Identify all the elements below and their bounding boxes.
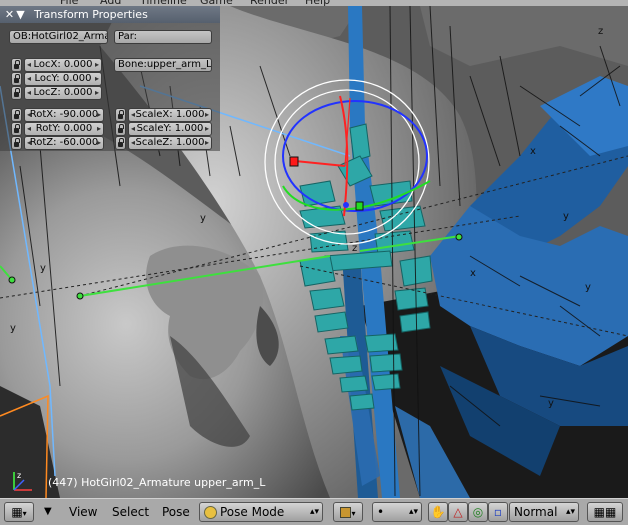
locx-label: LocX: 0.000 — [33, 59, 93, 70]
object-name-field[interactable]: OB:HotGirl02_Armature — [9, 30, 108, 44]
viewport-header-bar: ▦▾ ▼ View Select Pose Pose Mode ▴▾ ▾ • ▴▾ … — [0, 498, 628, 525]
svg-text:x: x — [530, 146, 536, 157]
lock-locy-icon[interactable] — [11, 72, 22, 86]
orientation-select[interactable]: Normal ▴▾ — [509, 502, 579, 522]
dropdown-arrow-icon: ▴▾ — [309, 507, 319, 517]
viewport-status-label: (447) HotGirl02_Armature upper_arm_L — [48, 476, 266, 489]
pivot-label: • — [377, 505, 385, 519]
svg-text:z: z — [598, 26, 603, 37]
scalez-label: ScaleZ: 1.000 — [135, 137, 205, 148]
roty-label: RotY: 0.000 — [35, 123, 93, 134]
lock-rotz-icon[interactable] — [11, 136, 22, 150]
close-icon[interactable]: ✕ — [4, 6, 15, 23]
svg-text:y: y — [40, 263, 46, 274]
menu-view[interactable]: View — [69, 505, 97, 519]
svg-text:y: y — [585, 282, 591, 293]
orientation-label: Normal — [514, 505, 558, 519]
transform-properties-panel: OB:HotGirl02_Armature Par: ◂LocX: 0.000▸… — [0, 23, 220, 151]
panel-title: Transform Properties — [34, 8, 148, 21]
pivot-select[interactable]: • ▴▾ — [372, 502, 422, 522]
orientation-dropdown-icon: ▴▾ — [565, 507, 575, 517]
collapse-menu-triangle-icon[interactable]: ▼ — [44, 506, 52, 517]
layers-grid-icon[interactable]: ▦▦ — [587, 502, 623, 522]
roty-field[interactable]: ◂ RotY: 0.000 ▸ — [24, 122, 104, 136]
lock-roty-icon[interactable] — [11, 122, 22, 136]
rotate-manipulator-icon[interactable]: ◎ — [468, 502, 488, 522]
manipulator-hand-icon[interactable]: ✋ — [428, 502, 448, 522]
locy-label: LocY: 0.000 — [34, 73, 92, 84]
translate-manipulator-icon[interactable]: △ — [448, 502, 468, 522]
pose-mode-icon — [204, 506, 217, 519]
locx-field[interactable]: ◂ LocX: 0.000 ▸ — [24, 58, 102, 72]
scaley-label: ScaleY: 1.000 — [136, 123, 204, 134]
svg-text:z: z — [352, 243, 357, 254]
editor-type-grid-icon[interactable]: ▦▾ — [4, 502, 34, 522]
mode-select-label: Pose Mode — [220, 505, 285, 519]
menu-select[interactable]: Select — [112, 505, 149, 519]
scale-manipulator-icon[interactable]: ▫ — [488, 502, 508, 522]
bone-name-field[interactable]: Bone:upper_arm_L — [114, 58, 212, 72]
lock-locx-icon[interactable] — [11, 58, 22, 72]
scalex-label: ScaleX: 1.000 — [135, 109, 205, 120]
lock-scalez-icon[interactable] — [115, 136, 126, 150]
scaley-field[interactable]: ◂ ScaleY: 1.000 ▸ — [128, 122, 212, 136]
pivot-dropdown-icon: ▴▾ — [408, 507, 418, 517]
scalex-field[interactable]: ◂ ScaleX: 1.000 ▸ — [128, 108, 212, 122]
svg-text:z: z — [17, 471, 21, 480]
locy-field[interactable]: ◂ LocY: 0.000 ▸ — [24, 72, 102, 86]
svg-text:x: x — [470, 268, 476, 279]
scalez-field[interactable]: ◂ ScaleZ: 1.000 ▸ — [128, 136, 212, 150]
svg-text:y: y — [200, 213, 206, 224]
svg-text:y: y — [548, 398, 554, 409]
lock-rotx-icon[interactable] — [11, 108, 22, 122]
locz-field[interactable]: ◂ LocZ: 0.000 ▸ — [24, 86, 102, 100]
rotx-field[interactable]: ◂ RotX: -90.000 ▸ — [24, 108, 104, 122]
rotz-label: RotZ: -60.000 — [29, 137, 99, 148]
svg-text:y: y — [563, 211, 569, 222]
rotz-field[interactable]: ◂ RotZ: -60.000 ▸ — [24, 136, 104, 150]
transform-properties-header[interactable]: ✕ ▼ Transform Properties — [0, 6, 220, 23]
axis-gizmo-icon: z — [13, 471, 32, 491]
lock-scalex-icon[interactable] — [115, 108, 126, 122]
mode-select[interactable]: Pose Mode ▴▾ — [199, 502, 323, 522]
rotx-label: RotX: -90.000 — [29, 109, 99, 120]
lock-locz-icon[interactable] — [11, 86, 22, 100]
locz-label: LocZ: 0.000 — [33, 87, 93, 98]
collapse-triangle-icon[interactable]: ▼ — [15, 6, 26, 23]
parent-field[interactable]: Par: — [114, 30, 212, 44]
menu-pose[interactable]: Pose — [162, 505, 190, 519]
draw-type-icon[interactable]: ▾ — [333, 502, 363, 522]
lock-scaley-icon[interactable] — [115, 122, 126, 136]
svg-text:y: y — [10, 323, 16, 334]
